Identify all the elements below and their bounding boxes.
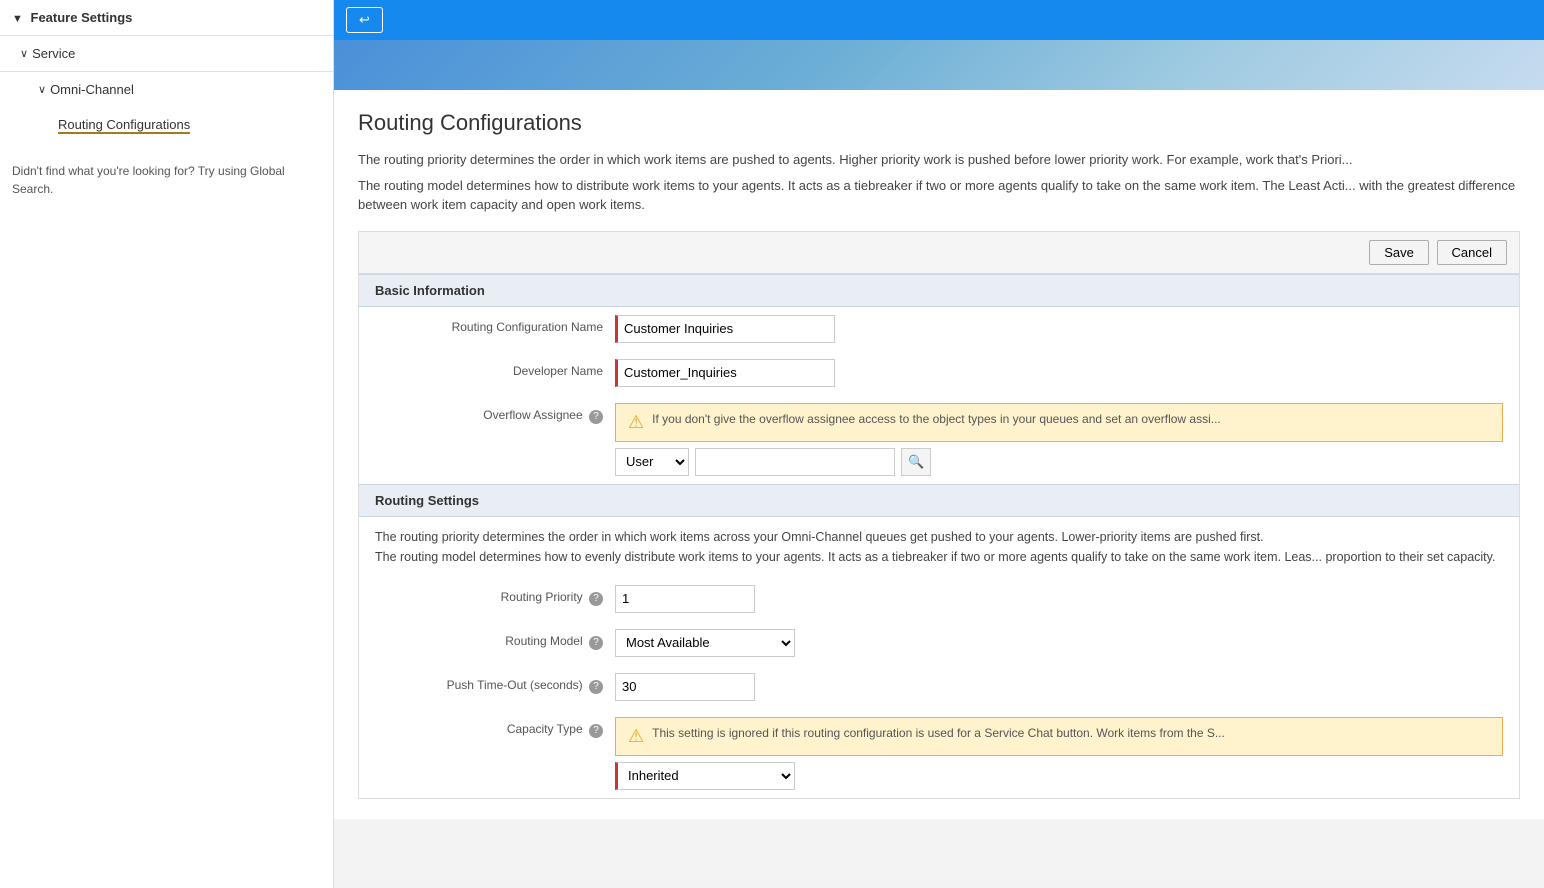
form-container: Save Cancel Basic Information Routing Co… [358, 231, 1520, 799]
routing-priority-row: Routing Priority ? [359, 577, 1519, 621]
description-1: The routing priority determines the orde… [358, 150, 1520, 170]
push-timeout-label: Push Time-Out (seconds) ? [375, 673, 615, 694]
routing-settings-section-header: Routing Settings [359, 484, 1519, 517]
push-timeout-help-icon[interactable]: ? [589, 680, 603, 694]
routing-priority-label: Routing Priority ? [375, 585, 615, 606]
warning-icon: ⚠ [628, 412, 644, 433]
overflow-assignee-row: Overflow Assignee ? ⚠ If you don't give … [359, 395, 1519, 484]
main-content: ↩ Routing Configurations The routing pri… [334, 0, 1544, 888]
back-button[interactable]: ↩ [346, 7, 383, 33]
wave-area [334, 40, 1544, 90]
routing-config-name-row: Routing Configuration Name [359, 307, 1519, 351]
routing-model-row: Routing Model ? Most Available Least Act… [359, 621, 1519, 665]
sidebar: ▼ Feature Settings ∨ Service ∨ Omni-Chan… [0, 0, 334, 888]
sidebar-item-routing-config[interactable]: Routing Configurations [0, 107, 333, 142]
capacity-type-select[interactable]: Inherited Tab Status-Based [615, 762, 795, 790]
lookup-icon: 🔍 [908, 454, 924, 469]
developer-name-label: Developer Name [375, 359, 615, 378]
routing-priority-input[interactable] [615, 585, 755, 613]
routing-priority-help-icon[interactable]: ? [589, 592, 603, 606]
sidebar-item-service[interactable]: ∨ Service [0, 36, 333, 72]
overflow-warning-text: If you don't give the overflow assignee … [652, 412, 1221, 426]
chevron-down-icon: ▼ [12, 13, 23, 25]
overflow-assignee-label: Overflow Assignee ? [375, 403, 615, 424]
routing-config-name-field [615, 315, 1503, 343]
page-title: Routing Configurations [358, 110, 1520, 136]
push-timeout-row: Push Time-Out (seconds) ? [359, 665, 1519, 709]
sidebar-omnichannel-label: Omni-Channel [50, 82, 134, 97]
sidebar-feature-settings-label: Feature Settings [31, 10, 133, 25]
lookup-button[interactable]: 🔍 [901, 448, 931, 476]
content-area: Routing Configurations The routing prior… [334, 90, 1544, 819]
routing-model-field: Most Available Least Active [615, 629, 1503, 657]
routing-settings-desc: The routing priority determines the orde… [359, 517, 1519, 577]
capacity-type-row: Capacity Type ? ⚠ This setting is ignore… [359, 709, 1519, 798]
push-timeout-input[interactable] [615, 673, 755, 701]
save-button[interactable]: Save [1369, 240, 1429, 265]
capacity-warning-icon: ⚠ [628, 726, 644, 747]
chevron-down-icon: ∨ [38, 83, 46, 96]
capacity-type-field: ⚠ This setting is ignored if this routin… [615, 717, 1503, 790]
overflow-warning-box: ⚠ If you don't give the overflow assigne… [615, 403, 1503, 442]
basic-info-section-header: Basic Information [359, 274, 1519, 307]
routing-model-select[interactable]: Most Available Least Active [615, 629, 795, 657]
sidebar-hint-text: Didn't find what you're looking for? Try… [12, 164, 285, 196]
sidebar-hint: Didn't find what you're looking for? Try… [0, 142, 333, 218]
overflow-assignee-controls: User Queue 🔍 [615, 448, 1503, 476]
routing-config-name-input[interactable] [615, 315, 835, 343]
overflow-assignee-field: ⚠ If you don't give the overflow assigne… [615, 403, 1503, 476]
description-2: The routing model determines how to dist… [358, 176, 1520, 215]
routing-model-help-icon[interactable]: ? [589, 636, 603, 650]
capacity-type-help-icon[interactable]: ? [589, 724, 603, 738]
sidebar-item-omnichannel[interactable]: ∨ Omni-Channel [0, 72, 333, 107]
capacity-warning-box: ⚠ This setting is ignored if this routin… [615, 717, 1503, 756]
routing-config-name-label: Routing Configuration Name [375, 315, 615, 334]
routing-settings-desc1: The routing priority determines the orde… [375, 527, 1503, 547]
developer-name-field [615, 359, 1503, 387]
developer-name-row: Developer Name [359, 351, 1519, 395]
routing-model-label: Routing Model ? [375, 629, 615, 650]
form-toolbar: Save Cancel [359, 232, 1519, 274]
sidebar-feature-settings[interactable]: ▼ Feature Settings [0, 0, 333, 36]
top-bar: ↩ [334, 0, 1544, 40]
capacity-warning-text: This setting is ignored if this routing … [652, 726, 1225, 740]
sidebar-routing-config-label: Routing Configurations [58, 117, 190, 134]
capacity-type-label: Capacity Type ? [375, 717, 615, 738]
overflow-help-icon[interactable]: ? [589, 410, 603, 424]
overflow-search-input[interactable] [695, 448, 895, 476]
chevron-down-icon: ∨ [20, 47, 28, 60]
cancel-button[interactable]: Cancel [1437, 240, 1507, 265]
routing-settings-desc2: The routing model determines how to even… [375, 547, 1503, 567]
developer-name-input[interactable] [615, 359, 835, 387]
push-timeout-field [615, 673, 1503, 701]
routing-priority-field [615, 585, 1503, 613]
overflow-type-select[interactable]: User Queue [615, 448, 689, 476]
sidebar-service-label: Service [32, 46, 75, 61]
